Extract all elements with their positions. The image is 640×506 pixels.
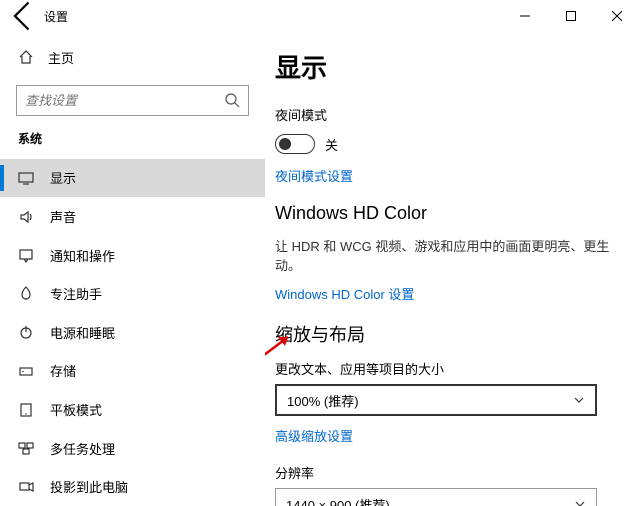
minimize-button[interactable] [502, 0, 548, 32]
content-pane: 显示 夜间模式 关 夜间模式设置 Windows HD Color 让 HDR … [265, 32, 640, 506]
sidebar-item-label: 平板模式 [50, 400, 102, 419]
close-icon [612, 11, 622, 21]
hd-color-settings-link[interactable]: Windows HD Color 设置 [275, 284, 616, 303]
hd-color-description: 让 HDR 和 WCG 视频、游戏和应用中的画面更明亮、更生动。 [275, 236, 616, 274]
chevron-down-icon [573, 394, 585, 406]
resolution-label: 分辨率 [275, 463, 616, 482]
maximize-icon [566, 11, 576, 21]
sidebar-item-focus[interactable]: 专注助手 [0, 274, 265, 313]
focus-icon [18, 286, 34, 302]
sidebar-item-tablet[interactable]: 平板模式 [0, 390, 265, 429]
storage-icon [18, 363, 34, 379]
resolution-dropdown[interactable]: 1440 × 900 (推荐) [275, 488, 597, 506]
multitask-icon [18, 440, 34, 456]
minimize-icon [520, 11, 530, 21]
sidebar-item-label: 通知和操作 [50, 246, 115, 265]
sidebar-item-power[interactable]: 电源和睡眠 [0, 313, 265, 352]
home-label: 主页 [48, 48, 74, 67]
sidebar-item-sound[interactable]: 声音 [0, 197, 265, 236]
advanced-scale-link[interactable]: 高级缩放设置 [275, 426, 616, 445]
back-button[interactable] [6, 0, 42, 32]
scale-dropdown-value: 100% (推荐) [287, 391, 359, 410]
search-box[interactable] [16, 85, 249, 116]
sidebar-home[interactable]: 主页 [0, 40, 265, 75]
close-button[interactable] [594, 0, 640, 32]
search-icon [224, 92, 240, 108]
sidebar-group-label: 系统 [0, 130, 265, 159]
sidebar-item-multitask[interactable]: 多任务处理 [0, 429, 265, 468]
sidebar-item-display[interactable]: 显示 [0, 159, 265, 198]
sidebar-item-storage[interactable]: 存储 [0, 352, 265, 391]
maximize-button[interactable] [548, 0, 594, 32]
sidebar-item-label: 专注助手 [50, 284, 102, 303]
power-icon [18, 324, 34, 340]
home-icon [18, 49, 34, 65]
scale-dropdown[interactable]: 100% (推荐) [275, 384, 597, 416]
sidebar-item-label: 电源和睡眠 [50, 323, 115, 342]
search-input[interactable] [25, 93, 224, 108]
sidebar-item-label: 存储 [50, 361, 76, 380]
sidebar-item-label: 声音 [50, 207, 76, 226]
arrow-left-icon [6, 0, 42, 34]
sidebar-item-label: 多任务处理 [50, 439, 115, 458]
night-light-settings-link[interactable]: 夜间模式设置 [275, 166, 616, 185]
project-icon [18, 479, 34, 495]
scale-heading: 缩放与布局 [275, 321, 616, 347]
sidebar: 主页 系统 显示 声音 通知和操作 专注助手 电源和睡眠 存储 [0, 32, 265, 506]
titlebar: 设置 [0, 0, 640, 32]
tablet-icon [18, 402, 34, 418]
sidebar-item-notifications[interactable]: 通知和操作 [0, 236, 265, 275]
sidebar-item-label: 投影到此电脑 [50, 477, 128, 496]
hd-color-heading: Windows HD Color [275, 203, 616, 224]
toggle-state-label: 关 [325, 135, 338, 154]
display-icon [18, 170, 34, 186]
sound-icon [18, 209, 34, 225]
chevron-down-icon [574, 498, 586, 506]
page-title: 显示 [275, 48, 616, 85]
night-light-label: 夜间模式 [275, 105, 616, 124]
sidebar-item-label: 显示 [50, 168, 76, 187]
resolution-dropdown-value: 1440 × 900 (推荐) [286, 495, 390, 506]
notification-icon [18, 247, 34, 263]
night-light-toggle[interactable] [275, 134, 315, 154]
sidebar-item-project[interactable]: 投影到此电脑 [0, 467, 265, 506]
window-title: 设置 [44, 8, 68, 25]
scale-label: 更改文本、应用等项目的大小 [275, 359, 616, 378]
